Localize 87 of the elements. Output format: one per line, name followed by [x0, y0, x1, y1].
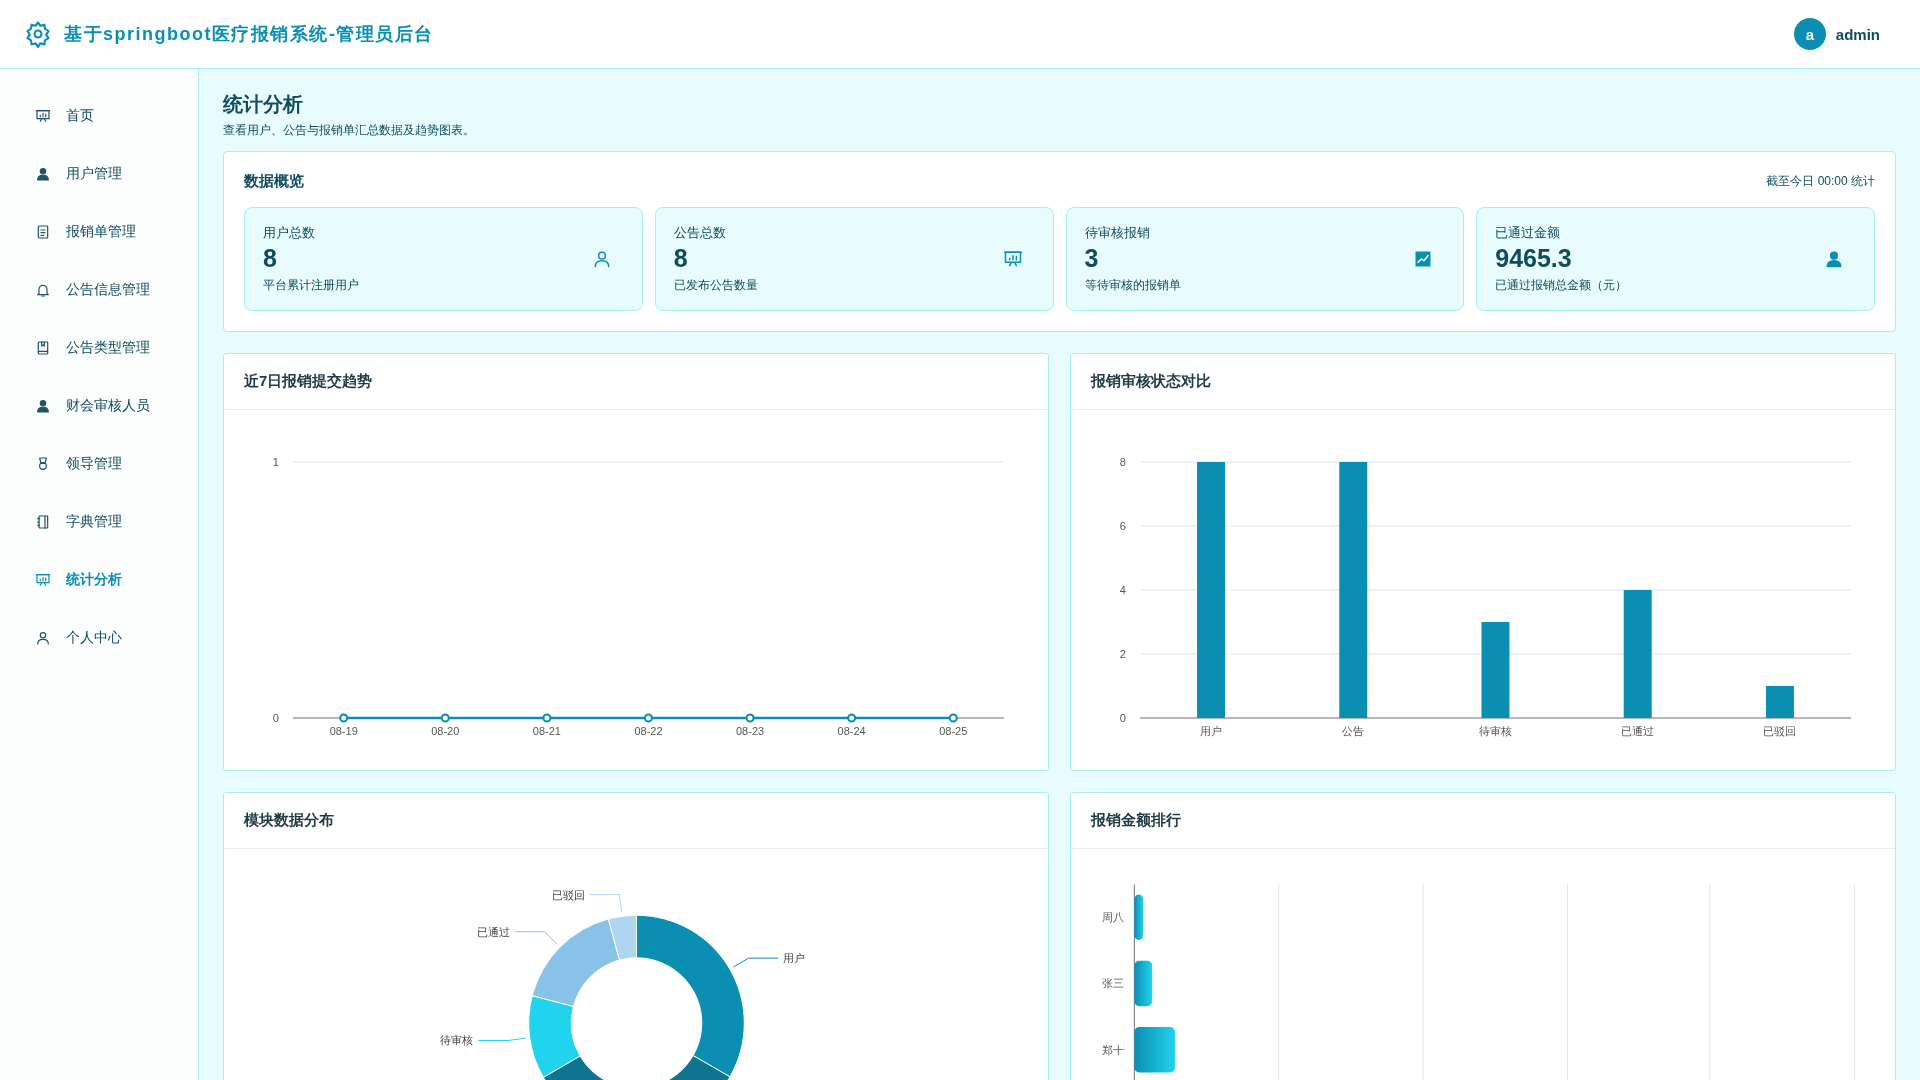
slice-label: 已通过	[477, 925, 510, 938]
user-name[interactable]: admin	[1835, 25, 1880, 43]
stat-caption: 平台累计注册用户	[263, 276, 359, 294]
presentation-icon	[35, 108, 51, 124]
slice-label: 待审核	[440, 1034, 474, 1047]
stat-label: 公告总数	[673, 224, 726, 242]
user-avatar[interactable]: a	[1793, 18, 1826, 50]
axis-label: 已通过	[1621, 725, 1655, 737]
document-icon	[35, 224, 51, 240]
stat-caption: 已发布公告数量	[673, 276, 758, 294]
bar	[1134, 960, 1153, 1007]
axis-label: 待审核	[1479, 725, 1512, 737]
presentation-icon	[35, 572, 51, 588]
stat-value: 8	[673, 243, 688, 273]
stat-caption: 已通过报销总金额（元）	[1495, 276, 1628, 294]
bar	[1134, 894, 1144, 940]
data-point	[948, 713, 958, 723]
page-subtitle: 查看用户、公告与报销单汇总数据及趋势图表。	[223, 122, 475, 139]
user-icon	[35, 398, 51, 414]
trend-chart-icon	[1413, 249, 1434, 269]
axis-label: 08-25	[939, 725, 968, 737]
leader-line	[732, 957, 779, 968]
stat-label: 已通过金额	[1495, 224, 1561, 242]
data-point	[745, 713, 755, 723]
sidebar-item[interactable]: 公告信息管理	[0, 261, 198, 319]
data-point	[440, 713, 450, 723]
axis-tick: 2	[1119, 648, 1126, 660]
axis-tick: 6	[1119, 520, 1126, 532]
slice-label: 用户	[783, 952, 806, 965]
stat-value: 3	[1084, 243, 1099, 273]
axis-tick: 0	[1119, 712, 1126, 724]
book-icon	[35, 340, 51, 356]
sidebar-item[interactable]: 报销单管理	[0, 203, 198, 261]
data-point	[644, 713, 653, 723]
chart-title: 近7日报销提交趋势	[244, 372, 373, 391]
slice-label: 已驳回	[551, 888, 585, 901]
axis-label: 08-19	[329, 725, 358, 737]
bar	[1134, 1027, 1175, 1073]
stat-value: 8	[263, 243, 277, 273]
axis-label: 08-21	[532, 725, 561, 737]
stat-label: 待审核报销	[1084, 224, 1150, 242]
axis-tick: 4	[1119, 584, 1126, 596]
settings-icon	[24, 20, 52, 48]
stat-label: 用户总数	[263, 224, 315, 242]
axis-label: 周八	[1102, 911, 1125, 924]
axis-tick: 0	[272, 712, 279, 724]
axis-label: 用户	[1200, 725, 1222, 737]
sidebar-item[interactable]: 领导管理	[0, 435, 198, 493]
bell-icon	[35, 282, 51, 298]
stat-value: 9465.3	[1495, 243, 1572, 273]
app-title: 基于springboot医疗报销系统-管理员后台	[64, 23, 434, 46]
sidebar-item[interactable]: 用户管理	[0, 145, 198, 203]
axis-tick: 8	[1119, 456, 1126, 468]
axis-label: 08-24	[837, 725, 866, 737]
user-icon	[35, 630, 51, 646]
data-point	[542, 713, 552, 723]
notebook-icon	[35, 514, 51, 530]
sidebar-item[interactable]: 字典管理	[0, 493, 198, 551]
sidebar-item[interactable]: 统计分析	[0, 551, 198, 609]
chart-title: 报销审核状态对比	[1091, 372, 1211, 391]
axis-label: 已驳回	[1763, 725, 1797, 737]
bar	[1765, 686, 1794, 718]
leader-line	[514, 931, 558, 945]
data-point	[847, 713, 857, 723]
user-icon	[35, 166, 51, 182]
axis-label: 郑十	[1102, 1043, 1125, 1056]
stat-caption: 等待审核的报销单	[1084, 276, 1181, 294]
axis-label: 张三	[1102, 977, 1125, 990]
section-title: 数据概览	[244, 172, 304, 191]
sidebar-item[interactable]: 个人中心	[0, 609, 198, 667]
chart-title: 报销金额排行	[1091, 811, 1181, 830]
data-point	[339, 713, 349, 723]
axis-label: 08-23	[736, 725, 765, 737]
sidebar-item[interactable]: 首页	[0, 87, 198, 145]
presentation-icon	[1002, 249, 1023, 269]
axis-label: 08-22	[634, 725, 663, 737]
axis-tick: 1	[272, 456, 279, 468]
axis-label: 公告	[1342, 725, 1365, 737]
leader-line	[589, 894, 623, 913]
axis-label: 08-20	[431, 725, 460, 737]
page-title: 统计分析	[223, 92, 303, 117]
chart-title: 模块数据分布	[244, 811, 334, 830]
stats-note: 截至今日 00:00 统计	[1766, 173, 1875, 190]
leader-line	[477, 1037, 527, 1041]
sidebar-item[interactable]: 公告类型管理	[0, 319, 198, 377]
user-icon	[1824, 249, 1844, 269]
sidebar-item[interactable]: 财会审核人员	[0, 377, 198, 435]
